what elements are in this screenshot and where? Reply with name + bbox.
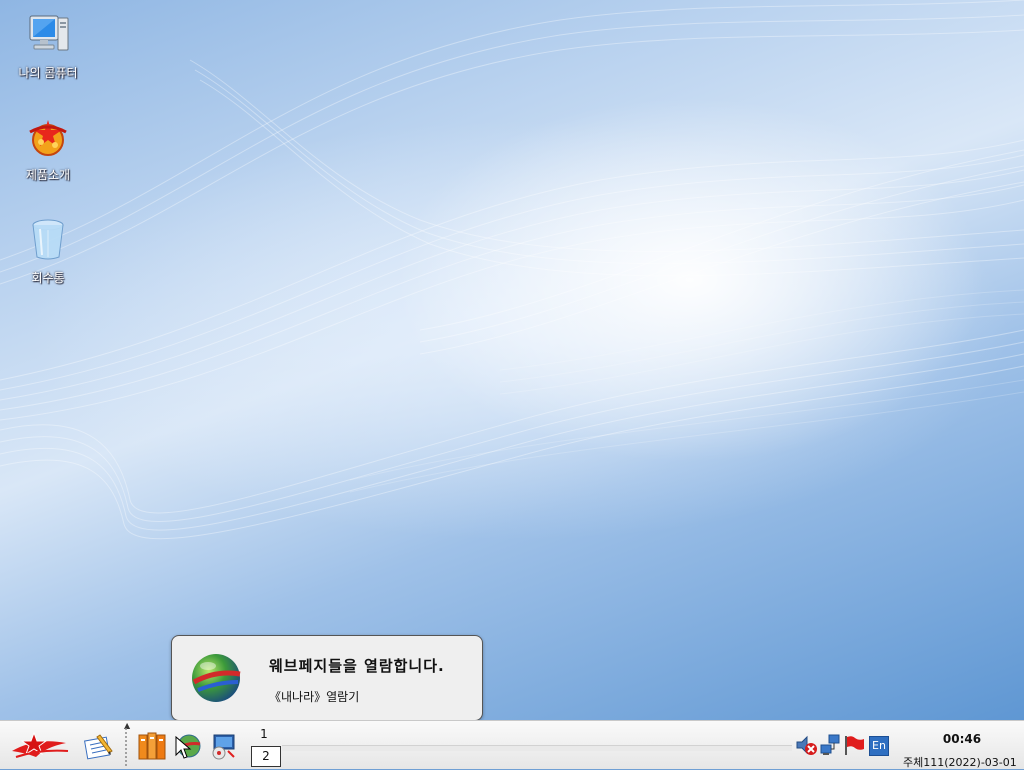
- browser-launcher[interactable]: [174, 733, 202, 761]
- red-flag-icon: [845, 736, 864, 755]
- task-list-area[interactable]: [282, 745, 792, 751]
- network-icon: [820, 734, 840, 755]
- volume-muted-icon: [796, 735, 817, 755]
- desktop-icon-recycle-bin[interactable]: 회수통: [8, 215, 88, 286]
- notes-launcher[interactable]: [82, 729, 118, 761]
- desktop-icon-label: 제품소개: [25, 168, 71, 182]
- flag-tray[interactable]: [843, 734, 865, 756]
- file-manager-launcher[interactable]: [137, 731, 169, 761]
- desktop-icon-product-intro[interactable]: 제품소개: [8, 112, 88, 183]
- browser-globe-icon: [192, 654, 241, 702]
- volume-tray[interactable]: [795, 734, 819, 756]
- start-button[interactable]: [6, 727, 72, 765]
- desktop-icon-label: 회수통: [31, 271, 65, 285]
- desktop-icon-my-computer[interactable]: 나의 콤퓨터: [8, 10, 88, 81]
- workspace-1-button[interactable]: 1: [250, 724, 278, 744]
- red-star-start-icon: [12, 731, 69, 758]
- desktop-icon-label: 나의 콤퓨터: [18, 66, 78, 80]
- product-intro-icon: [29, 120, 67, 156]
- wallpaper-waves: [0, 0, 1024, 540]
- recycle-bin-icon: [32, 219, 64, 260]
- notification-title: 웨브페지들을 열람합니다.: [269, 657, 445, 675]
- clock-time[interactable]: 00:46: [932, 732, 992, 746]
- notification-popup[interactable]: 웨브페지들을 열람합니다. 《내나라》열람기: [171, 635, 483, 721]
- taskbar: ▲ 1 2 En 00:46 주체111(2022)-03-01: [0, 720, 1024, 769]
- workspace-2-button[interactable]: 2: [251, 746, 281, 767]
- network-tray[interactable]: [819, 733, 841, 757]
- browser-icon: [175, 734, 201, 759]
- desktop-background: 나의 콤퓨터 제품소개 회수통: [0, 0, 1024, 720]
- network-tool-icon: [212, 734, 235, 760]
- taskbar-separator: [124, 727, 128, 767]
- file-manager-icon: [138, 732, 166, 760]
- language-indicator[interactable]: En: [869, 736, 889, 756]
- notes-icon: [84, 734, 113, 760]
- computer-icon: [29, 15, 69, 51]
- notification-body: 《내나라》열람기: [269, 690, 360, 704]
- network-tool-launcher[interactable]: [208, 731, 238, 761]
